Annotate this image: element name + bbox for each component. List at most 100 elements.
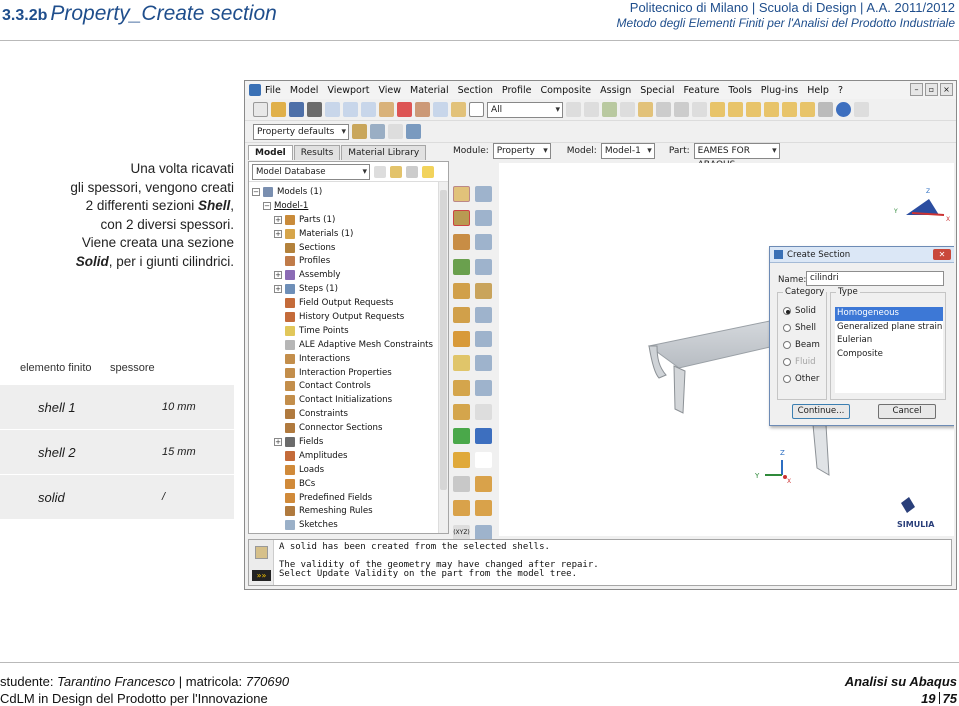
create-skin-icon[interactable] [453,331,470,348]
orientation-manager-icon[interactable] [475,306,492,323]
menu-section[interactable]: Section [458,85,493,96]
menu-assign[interactable]: Assign [600,85,631,96]
save-icon[interactable] [289,102,304,117]
cancel-button[interactable]: Cancel [878,404,936,419]
tree-item[interactable]: History Output Requests [249,310,448,324]
menu-view[interactable]: View [378,85,401,96]
type-composite[interactable]: Composite [835,348,943,362]
info-icon[interactable] [836,102,851,117]
continue-button[interactable]: Continue... [792,404,850,419]
arrow-icon[interactable] [388,124,403,139]
tree-item[interactable]: + Parts (1) [249,213,448,227]
datum-point-icon[interactable] [453,427,470,444]
query-icon[interactable] [453,476,470,493]
expand-icon[interactable]: + [274,271,282,280]
type-generalized-plane-strain[interactable]: Generalized plane strain [835,321,943,335]
tree-collapse-icon[interactable] [406,165,418,178]
help-cursor-icon[interactable] [854,102,869,117]
menu-material[interactable]: Material [410,85,449,96]
category-shell-radio[interactable]: Shell [778,319,826,336]
collapse-icon[interactable]: − [252,187,260,196]
open-folder-icon[interactable] [271,102,286,117]
menu-feature[interactable]: Feature [683,85,719,96]
assign-orientation-icon[interactable] [453,306,470,323]
tree-item[interactable]: − Models (1) [249,185,448,199]
menu-tools[interactable]: Tools [728,85,751,96]
restore-icon[interactable]: ▫ [925,83,938,96]
top-view-icon[interactable] [746,102,761,117]
create-material-icon[interactable] [453,186,470,202]
selection-filter-combo[interactable]: All [487,101,563,118]
box-zoom-icon[interactable] [379,102,394,117]
right-view-icon[interactable] [800,102,815,117]
back-view-icon[interactable] [728,102,743,117]
radio-icon[interactable] [783,340,791,349]
type-homogeneous[interactable]: Homogeneous [835,307,943,321]
tree-item[interactable]: Connector Sections [249,421,448,435]
layup-manager-icon[interactable] [475,379,492,396]
message-tab-icon[interactable] [255,546,268,559]
views-toolbox-icon[interactable] [818,102,833,117]
wireframe-icon[interactable] [656,102,671,117]
select-from-viewport-icon[interactable] [584,102,599,117]
tree-item[interactable]: Interaction Properties [249,366,448,380]
tree-item[interactable]: Time Points [249,324,448,338]
special-icon[interactable] [453,355,470,372]
left-view-icon[interactable] [782,102,797,117]
menu-file[interactable]: File [265,85,281,96]
menu-profile[interactable]: Profile [502,85,532,96]
hidden-lines-icon[interactable] [674,102,689,117]
tree-filter-icon[interactable] [374,165,386,178]
cycle-views-icon[interactable] [415,102,430,117]
tree-item[interactable]: Contact Controls [249,379,448,393]
tree-item[interactable]: Constraints [249,407,448,421]
profile-manager-icon[interactable] [475,234,492,251]
tree-item[interactable]: Loads [249,463,448,477]
menu-help[interactable]: Help [807,85,829,96]
expand-icon[interactable]: + [274,229,282,238]
tree-item[interactable]: + Steps (1) [249,282,448,296]
table-icon[interactable] [406,124,421,139]
menu-special[interactable]: Special [640,85,674,96]
tab-material-library[interactable]: Material Library [341,145,427,160]
fit-view-icon[interactable] [397,102,412,117]
expand-icon[interactable]: + [274,437,282,446]
tree-item[interactable]: Interactions [249,352,448,366]
datum-axis-icon[interactable] [475,427,492,444]
scrollbar-thumb[interactable] [440,190,447,490]
radio-icon[interactable] [783,374,791,383]
category-solid-radio[interactable]: Solid [778,302,826,319]
tree-item[interactable]: ALE Adaptive Mesh Constraints [249,338,448,352]
composite-layup-icon[interactable] [453,379,470,396]
partition-icon[interactable] [453,403,470,420]
viewport[interactable]: Z Y X Z Y X SIMULIA Create Section ✕ Nam… [499,163,954,536]
menu-plugins[interactable]: Plug-ins [761,85,798,96]
tree-item[interactable]: − Model-1 [249,199,448,213]
replace-selected-icon[interactable] [620,102,635,117]
expand-icon[interactable]: + [274,285,282,294]
tree-item[interactable]: Predefined Fields [249,491,448,505]
tree-item[interactable]: Amplitudes [249,449,448,463]
pan-icon[interactable] [325,102,340,117]
type-eulerian[interactable]: Eulerian [835,334,943,348]
tree-item[interactable]: Sketches [249,518,448,532]
tree-item[interactable]: Sections [249,241,448,255]
dialog-close-icon[interactable]: ✕ [933,249,951,260]
view-manipulation-icon[interactable] [433,102,448,117]
tree-item[interactable]: + Materials (1) [249,227,448,241]
model-combo[interactable]: Model-1 [600,143,655,159]
tools-icon[interactable] [475,403,492,420]
assign-beam-orientation-icon[interactable] [453,282,470,299]
radio-icon[interactable] [783,323,791,332]
display-group-icon[interactable] [602,102,617,117]
tree-item[interactable]: Field Output Requests [249,296,448,310]
iso-view-icon[interactable] [692,102,707,117]
tree-item[interactable]: Contact Initializations [249,393,448,407]
part-combo[interactable]: EAMES FOR ABAQUS [693,143,780,170]
attribute-icon[interactable] [370,124,385,139]
select-cursor-icon[interactable] [469,102,484,117]
expand-icon[interactable]: + [274,215,282,224]
tree-source-combo[interactable]: Model Database [252,163,370,180]
print-icon[interactable] [307,102,322,117]
tree-item[interactable]: + Assembly [249,268,448,282]
